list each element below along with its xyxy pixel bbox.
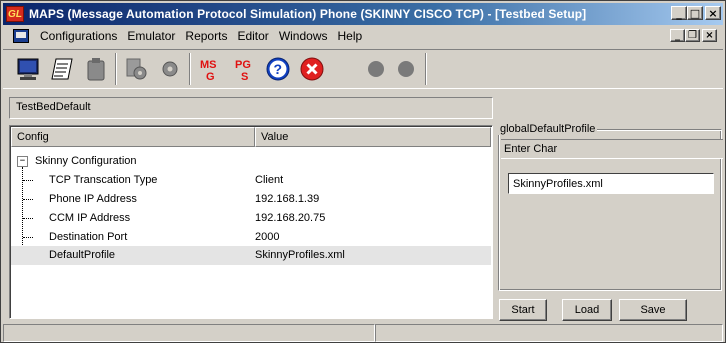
notepad-icon [51,58,73,80]
row-value: 192.168.1.39 [255,193,320,205]
menu-help[interactable]: Help [333,29,368,43]
editor-button[interactable] [47,54,77,84]
status-indicator [361,54,391,84]
column-header-config[interactable]: Config [11,127,255,147]
row-value: 2000 [255,231,280,243]
clipboard-button[interactable] [81,54,111,84]
row-value: Client [255,174,284,186]
settings-button[interactable] [155,54,185,84]
restore-icon: ❐ [688,29,697,41]
menu-bar: Configurations Emulator Reports Editor W… [3,26,723,46]
close-icon: × [705,29,714,41]
pgs-button[interactable]: PG S [229,54,259,84]
clipboard-icon [87,58,105,81]
row-label: CCM IP Address [49,212,131,224]
status-bar [3,324,723,342]
toolbar-separator [425,53,427,85]
table-row-selected[interactable]: DefaultProfile SkinnyProfiles.xml [11,246,491,265]
minimize-icon: _ [676,6,682,20]
config-table: Config Value − Skinny Configuration TCP … [9,125,493,319]
tree-group-row[interactable]: − Skinny Configuration [11,152,491,171]
menu-configurations[interactable]: Configurations [35,29,122,43]
help-icon: ? [266,57,290,81]
status-indicator [391,54,421,84]
exit-button[interactable] [297,54,327,84]
menu-reports[interactable]: Reports [180,29,232,43]
help-button[interactable]: ? [263,54,293,84]
child-close-button[interactable]: × [702,29,717,42]
title-bar[interactable]: GL MAPS (Message Automation Protocol Sim… [3,3,723,25]
row-value: SkinnyProfiles.xml [255,249,345,261]
status-pane-right [375,324,723,342]
app-window: GL MAPS (Message Automation Protocol Sim… [0,0,726,343]
gear-doc-icon [126,58,147,80]
svg-text:G: G [206,71,215,82]
row-label: DefaultProfile [49,249,116,261]
row-label: Destination Port [49,231,128,243]
menu-windows[interactable]: Windows [274,29,333,43]
emulator-button[interactable] [13,54,43,84]
toolbar: MS G PG S ? [3,49,723,89]
pgs-icon: PG S [235,59,251,82]
status-dot-icon [368,61,384,77]
minimize-button[interactable]: _ [671,6,687,20]
enter-char-label: Enter Char [501,139,723,159]
minimize-icon: _ [675,29,680,41]
menu-emulator[interactable]: Emulator [122,29,180,43]
save-button[interactable]: Save [619,299,687,321]
profile-group-label: globalDefaultProfile [498,123,598,135]
collapse-icon[interactable]: − [17,156,28,167]
msg-icon: MS G [200,59,217,82]
table-row[interactable]: Destination Port 2000 [11,228,491,247]
tree-group-label: Skinny Configuration [35,155,137,167]
app-logo-icon: GL [6,6,24,22]
row-label: TCP Transcation Type [49,174,158,186]
child-minimize-button[interactable]: _ [670,29,685,42]
message-editor-button[interactable]: MS G [195,54,225,84]
window-title: MAPS (Message Automation Protocol Simula… [29,7,587,21]
profile-value-input[interactable] [508,173,714,194]
monitor-icon [17,58,39,80]
toolbar-separator [115,53,117,85]
status-pane-left [3,324,375,342]
toolbar-separator [189,53,191,85]
maximize-button[interactable]: □ [687,6,703,20]
svg-text:?: ? [274,61,283,77]
table-row[interactable]: TCP Transcation Type Client [11,171,491,190]
profile-button[interactable] [121,54,151,84]
document-menu-icon[interactable] [13,29,29,43]
table-row[interactable]: Phone IP Address 192.168.1.39 [11,190,491,209]
svg-text:S: S [241,71,248,82]
svg-text:MS: MS [200,59,217,71]
svg-text:PG: PG [235,59,251,71]
column-header-value[interactable]: Value [255,127,491,147]
exit-icon [300,57,324,81]
start-button[interactable]: Start [499,299,547,321]
close-button[interactable]: × [705,6,721,20]
close-icon: × [708,6,718,20]
menu-editor[interactable]: Editor [232,29,273,43]
table-row[interactable]: CCM IP Address 192.168.20.75 [11,209,491,228]
load-button[interactable]: Load [562,299,612,321]
status-dot-icon [398,61,414,77]
gear-icon [162,61,178,77]
testbed-name-field[interactable]: TestBedDefault [9,97,493,119]
row-value: 192.168.20.75 [255,212,326,224]
maximize-icon: □ [689,6,701,20]
child-restore-button[interactable]: ❐ [685,29,700,42]
row-label: Phone IP Address [49,193,137,205]
